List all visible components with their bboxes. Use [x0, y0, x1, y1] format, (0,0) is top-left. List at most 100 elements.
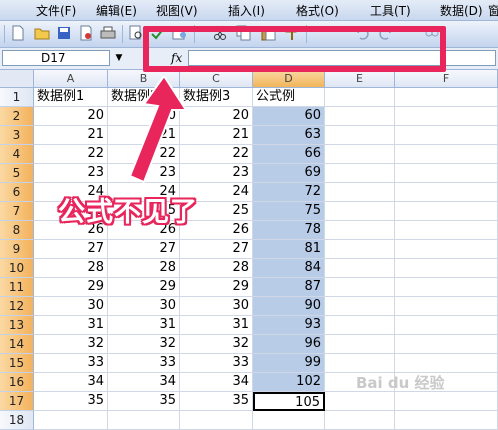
cell-b9[interactable]: 27 [108, 240, 180, 259]
cell-c14[interactable]: 32 [180, 335, 253, 354]
menu-data[interactable]: 数据(D) [440, 2, 483, 19]
cell-f15[interactable] [395, 354, 498, 373]
cell-c17[interactable]: 35 [180, 392, 253, 411]
cell-c1[interactable]: 数据例3 [180, 88, 253, 107]
row-header[interactable]: 13 [0, 316, 34, 335]
cell-f6[interactable] [395, 183, 498, 202]
cell-d4[interactable]: 66 [253, 145, 325, 164]
cell-d5[interactable]: 69 [253, 164, 325, 183]
column-header-f[interactable]: F [395, 70, 498, 88]
cell-e4[interactable] [325, 145, 395, 164]
cell-e2[interactable] [325, 107, 395, 126]
cell-b12[interactable]: 30 [108, 297, 180, 316]
open-icon[interactable] [34, 25, 50, 41]
cell-f7[interactable] [395, 202, 498, 221]
cell-a13[interactable]: 31 [34, 316, 108, 335]
row-header[interactable]: 16 [0, 373, 34, 392]
menu-format[interactable]: 格式(O) [296, 2, 339, 19]
menu-view[interactable]: 视图(V) [156, 2, 198, 19]
cell-e18[interactable] [325, 411, 395, 430]
cell-c12[interactable]: 30 [180, 297, 253, 316]
cell-e11[interactable] [325, 278, 395, 297]
cell-c18[interactable] [180, 411, 253, 430]
cell-d13[interactable]: 93 [253, 316, 325, 335]
cell-f11[interactable] [395, 278, 498, 297]
cell-a15[interactable]: 33 [34, 354, 108, 373]
cell-f2[interactable] [395, 107, 498, 126]
row-header[interactable]: 15 [0, 354, 34, 373]
cell-f5[interactable] [395, 164, 498, 183]
row-header[interactable]: 1 [0, 88, 34, 107]
cell-a14[interactable]: 32 [34, 335, 108, 354]
new-icon[interactable] [10, 25, 26, 41]
row-header[interactable]: 17 [0, 392, 34, 411]
cell-a17[interactable]: 35 [34, 392, 108, 411]
cell-d1[interactable]: 公式例 [253, 88, 325, 107]
cell-d17[interactable]: 105 [253, 392, 325, 411]
column-header-c[interactable]: C [180, 70, 253, 88]
column-header-e[interactable]: E [325, 70, 395, 88]
column-header-d[interactable]: D [253, 70, 325, 88]
cell-f3[interactable] [395, 126, 498, 145]
cell-e3[interactable] [325, 126, 395, 145]
menu-edit[interactable]: 编辑(E) [96, 2, 137, 19]
cell-f4[interactable] [395, 145, 498, 164]
cell-c13[interactable]: 31 [180, 316, 253, 335]
cell-e13[interactable] [325, 316, 395, 335]
cell-b15[interactable]: 33 [108, 354, 180, 373]
cell-a11[interactable]: 29 [34, 278, 108, 297]
cell-f9[interactable] [395, 240, 498, 259]
cell-d16[interactable]: 102 [253, 373, 325, 392]
cell-d10[interactable]: 84 [253, 259, 325, 278]
cell-c4[interactable]: 22 [180, 145, 253, 164]
permission-icon[interactable] [78, 25, 94, 41]
cell-e14[interactable] [325, 335, 395, 354]
menu-window[interactable]: 窗 [488, 2, 498, 19]
row-header[interactable]: 14 [0, 335, 34, 354]
cell-f1[interactable] [395, 88, 498, 107]
menu-tools[interactable]: 工具(T) [370, 2, 411, 19]
cell-e7[interactable] [325, 202, 395, 221]
row-header[interactable]: 3 [0, 126, 34, 145]
cell-c9[interactable]: 27 [180, 240, 253, 259]
row-header[interactable]: 2 [0, 107, 34, 126]
cell-f10[interactable] [395, 259, 498, 278]
cell-b18[interactable] [108, 411, 180, 430]
cell-a3[interactable]: 21 [34, 126, 108, 145]
cell-b14[interactable]: 32 [108, 335, 180, 354]
cell-a10[interactable]: 28 [34, 259, 108, 278]
name-box[interactable]: D17 [2, 50, 110, 66]
menu-file[interactable]: 文件(F) [36, 2, 76, 19]
row-header[interactable]: 8 [0, 221, 34, 240]
cell-c10[interactable]: 28 [180, 259, 253, 278]
cell-e15[interactable] [325, 354, 395, 373]
cell-b13[interactable]: 31 [108, 316, 180, 335]
row-header[interactable]: 5 [0, 164, 34, 183]
cell-d9[interactable]: 81 [253, 240, 325, 259]
cell-c5[interactable]: 23 [180, 164, 253, 183]
cell-b17[interactable]: 35 [108, 392, 180, 411]
cell-d2[interactable]: 60 [253, 107, 325, 126]
cell-e6[interactable] [325, 183, 395, 202]
menu-insert[interactable]: 插入(I) [228, 2, 265, 19]
cell-f13[interactable] [395, 316, 498, 335]
save-icon[interactable] [56, 25, 72, 41]
cell-d11[interactable]: 87 [253, 278, 325, 297]
cell-e10[interactable] [325, 259, 395, 278]
cell-d7[interactable]: 75 [253, 202, 325, 221]
row-header[interactable]: 7 [0, 202, 34, 221]
print-icon[interactable] [100, 25, 116, 41]
cell-b10[interactable]: 28 [108, 259, 180, 278]
row-header[interactable]: 9 [0, 240, 34, 259]
row-header[interactable]: 6 [0, 183, 34, 202]
cell-e9[interactable] [325, 240, 395, 259]
select-all-corner[interactable] [0, 70, 34, 88]
print-preview-icon[interactable] [128, 25, 144, 41]
row-header[interactable]: 11 [0, 278, 34, 297]
cell-a4[interactable]: 22 [34, 145, 108, 164]
cell-a9[interactable]: 27 [34, 240, 108, 259]
cell-c16[interactable]: 34 [180, 373, 253, 392]
row-header[interactable]: 4 [0, 145, 34, 164]
cell-e5[interactable] [325, 164, 395, 183]
cell-e8[interactable] [325, 221, 395, 240]
